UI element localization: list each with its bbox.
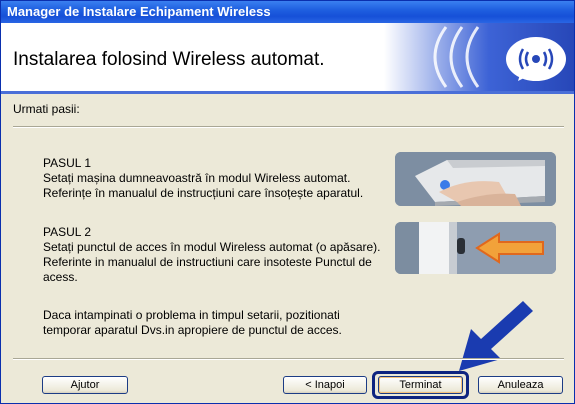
note-line-2: temporar aparatul Dvs.in apropiere de pu… — [43, 323, 342, 337]
cancel-button[interactable]: Anuleaza — [478, 376, 563, 394]
header-banner: Instalarea folosind Wireless automat. — [1, 23, 574, 91]
finish-button[interactable]: Terminat — [378, 376, 463, 394]
installer-window: Manager de Instalare Echipament Wireless… — [0, 0, 575, 404]
printer-button-press-icon — [395, 152, 556, 206]
instructions-heading: Urmati pasii: — [13, 102, 80, 116]
step-1: PASUL 1 Setați mașina dumneavoastră în m… — [43, 156, 363, 201]
blue-arrow-icon — [459, 301, 533, 371]
step-1-line-1: Setați mașina dumneavoastră în modul Wir… — [43, 171, 351, 185]
section-divider — [13, 127, 564, 128]
help-button[interactable]: Ajutor — [42, 376, 128, 394]
troubleshooting-note: Daca intampinati o problema in timpul se… — [43, 308, 373, 338]
note-line-1: Daca intampinati o problema in timpul se… — [43, 308, 340, 322]
footer-divider — [13, 359, 564, 360]
window-title: Manager de Instalare Echipament Wireless — [7, 4, 271, 19]
header-divider — [1, 91, 574, 94]
step-2-line-1: Setați punctul de acces în modul Wireles… — [43, 240, 381, 254]
step-2: PASUL 2 Setați punctul de acces în modul… — [43, 225, 403, 285]
step-2-line-3: acess. — [43, 270, 78, 284]
access-point-button-icon — [395, 222, 556, 274]
back-button[interactable]: < Inapoi — [283, 376, 367, 394]
title-bar[interactable]: Manager de Instalare Echipament Wireless — [1, 1, 574, 23]
page-title: Instalarea folosind Wireless automat. — [13, 49, 325, 70]
step-2-label: PASUL 2 — [43, 225, 92, 239]
step-1-line-2: Referințe în manualul de instrucțiuni ca… — [43, 186, 364, 200]
step-1-label: PASUL 1 — [43, 156, 92, 170]
step-2-line-2: Referinte in manualul de instructiuni ca… — [43, 255, 372, 269]
wireless-signal-icon — [384, 23, 574, 91]
